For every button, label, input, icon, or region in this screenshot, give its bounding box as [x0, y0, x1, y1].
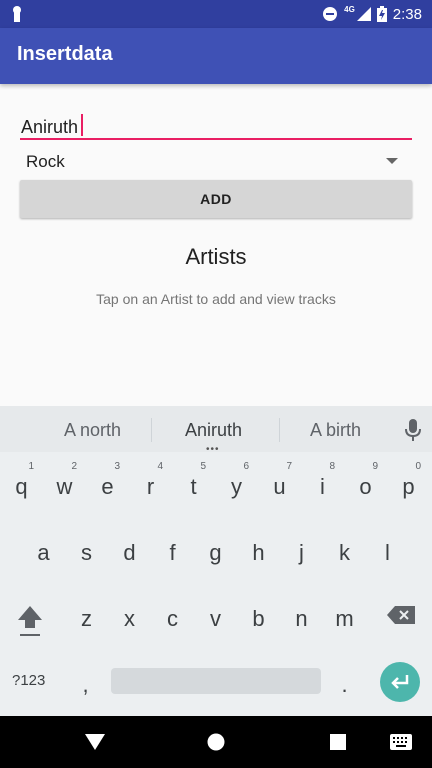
add-button[interactable]: ADD	[20, 180, 412, 218]
key-f[interactable]: f	[151, 524, 194, 580]
key-p[interactable]: 0p	[387, 458, 430, 514]
do-not-disturb-icon	[323, 7, 338, 21]
key-l[interactable]: l	[366, 524, 409, 580]
enter-icon	[391, 675, 409, 689]
key-o[interactable]: 9o	[344, 458, 387, 514]
genre-spinner[interactable]: Rock	[20, 148, 412, 178]
clock: 2:38	[392, 5, 422, 23]
key-c[interactable]: c	[151, 590, 194, 646]
key-r[interactable]: 4r	[129, 458, 172, 514]
key-a[interactable]: a	[22, 524, 65, 580]
more-suggestions-icon[interactable]: •••	[206, 444, 220, 455]
back-icon[interactable]	[85, 734, 105, 750]
key-y[interactable]: 6y	[215, 458, 258, 514]
suggestion-divider	[151, 418, 152, 442]
space-bar[interactable]	[111, 668, 321, 694]
key-comma[interactable]: ,	[64, 656, 107, 712]
key-k[interactable]: k	[323, 524, 366, 580]
enter-key[interactable]	[380, 662, 420, 702]
key-v[interactable]: v	[194, 590, 237, 646]
navigation-bar	[0, 716, 432, 768]
key-t[interactable]: 5t	[172, 458, 215, 514]
key-j[interactable]: j	[280, 524, 323, 580]
key-period[interactable]: .	[323, 656, 366, 712]
suggestion-strip: A north Aniruth ••• A birth	[0, 406, 432, 455]
text-cursor	[81, 114, 83, 136]
symbols-key[interactable]: ?123	[12, 672, 45, 689]
genre-selected-value: Rock	[26, 152, 65, 171]
recent-apps-icon[interactable]	[330, 734, 346, 750]
key-x[interactable]: x	[108, 590, 151, 646]
cell-signal-icon	[356, 7, 371, 21]
key-g[interactable]: g	[194, 524, 237, 580]
input-underline	[20, 138, 412, 140]
home-icon[interactable]	[207, 733, 225, 751]
key-i[interactable]: 8i	[301, 458, 344, 514]
key-w[interactable]: 2w	[43, 458, 86, 514]
artists-heading: Artists	[185, 244, 247, 269]
artists-hint: Tap on an Artist to add and view tracks	[96, 291, 336, 307]
key-s[interactable]: s	[65, 524, 108, 580]
main-content: Rock ADD Artists Tap on an Artist to add…	[0, 84, 432, 406]
artist-name-field-container	[0, 84, 432, 144]
suggestion-left[interactable]: A north	[64, 420, 121, 441]
key-z[interactable]: z	[65, 590, 108, 646]
network-type-label: 4G	[344, 4, 355, 14]
key-e[interactable]: 3e	[86, 458, 129, 514]
shift-icon[interactable]	[16, 604, 44, 638]
key-m[interactable]: m	[323, 590, 366, 646]
backspace-icon[interactable]	[387, 606, 415, 624]
key-d[interactable]: d	[108, 524, 151, 580]
soft-keyboard: A north Aniruth ••• A birth 1q 2w 3e 4r …	[0, 406, 432, 716]
keyboard-switch-icon[interactable]	[390, 734, 412, 750]
key-h[interactable]: h	[237, 524, 280, 580]
status-bar: 4G 2:38	[0, 0, 432, 28]
suggestion-right[interactable]: A birth	[310, 420, 361, 441]
key-b[interactable]: b	[237, 590, 280, 646]
suggestion-divider	[279, 418, 280, 442]
key-q[interactable]: 1q	[0, 458, 43, 514]
key-u[interactable]: 7u	[258, 458, 301, 514]
app-title: Insertdata	[17, 43, 113, 65]
battery-icon	[376, 6, 387, 22]
notification-icon	[13, 6, 21, 22]
dropdown-arrow-icon	[386, 158, 398, 164]
suggestion-center[interactable]: Aniruth	[185, 420, 242, 441]
microphone-icon[interactable]	[404, 418, 422, 442]
app-bar: Insertdata	[0, 28, 432, 84]
key-n[interactable]: n	[280, 590, 323, 646]
